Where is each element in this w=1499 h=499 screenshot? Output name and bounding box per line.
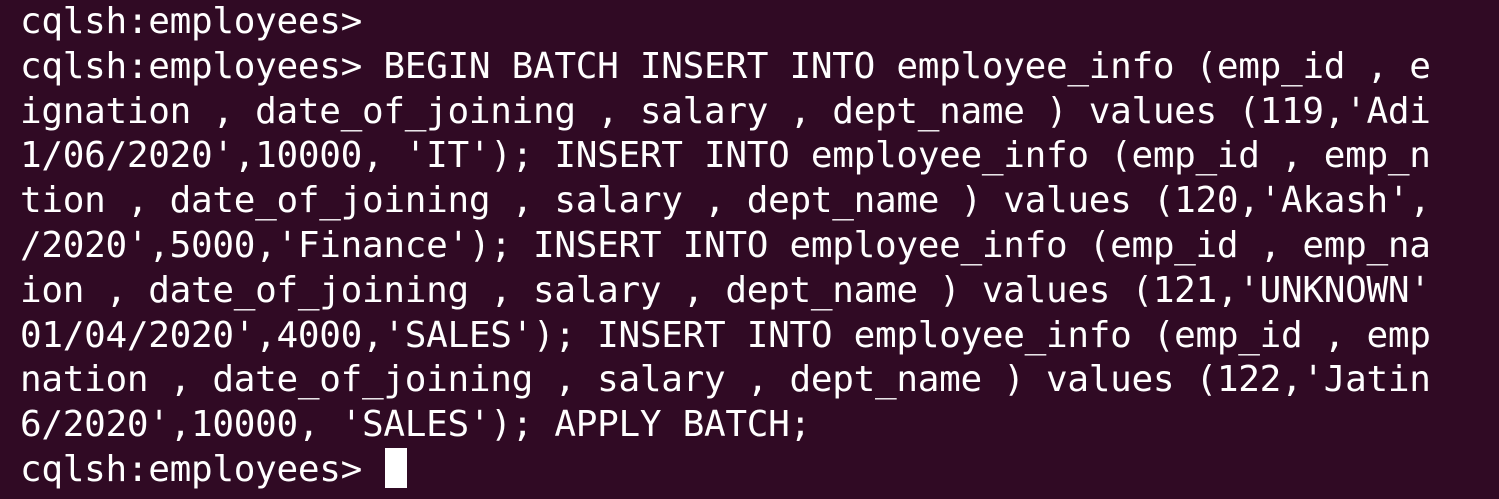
terminal-line-9: nation , date_of_joining , salary , dept… (20, 359, 1431, 401)
terminal-line-7: ion , date_of_joining , salary , dept_na… (20, 269, 1431, 311)
terminal-window[interactable]: cqlsh:employees> cqlsh:employees> BEGIN … (0, 0, 1499, 499)
terminal-line-4: 1/06/2020',10000, 'IT'); INSERT INTO emp… (20, 135, 1431, 177)
terminal-line-6: /2020',5000,'Finance'); INSERT INTO empl… (20, 224, 1431, 266)
terminal-line-5: tion , date_of_joining , salary , dept_n… (20, 180, 1431, 222)
terminal-input-line[interactable]: cqlsh:employees> (0, 447, 1499, 493)
terminal-line-1: cqlsh:employees> (20, 1, 362, 42)
terminal-line-3: ignation , date_of_joining , salary , de… (20, 90, 1431, 132)
text-cursor (385, 447, 408, 488)
terminal-line-8: 01/04/2020',4000,'SALES'); INSERT INTO e… (20, 314, 1431, 356)
terminal-line-10: 6/2020',10000, 'SALES'); APPLY BATCH; (20, 404, 811, 446)
terminal-prompt: cqlsh:employees> (20, 448, 384, 490)
terminal-line-2: cqlsh:employees> BEGIN BATCH INSERT INTO… (20, 45, 1431, 87)
